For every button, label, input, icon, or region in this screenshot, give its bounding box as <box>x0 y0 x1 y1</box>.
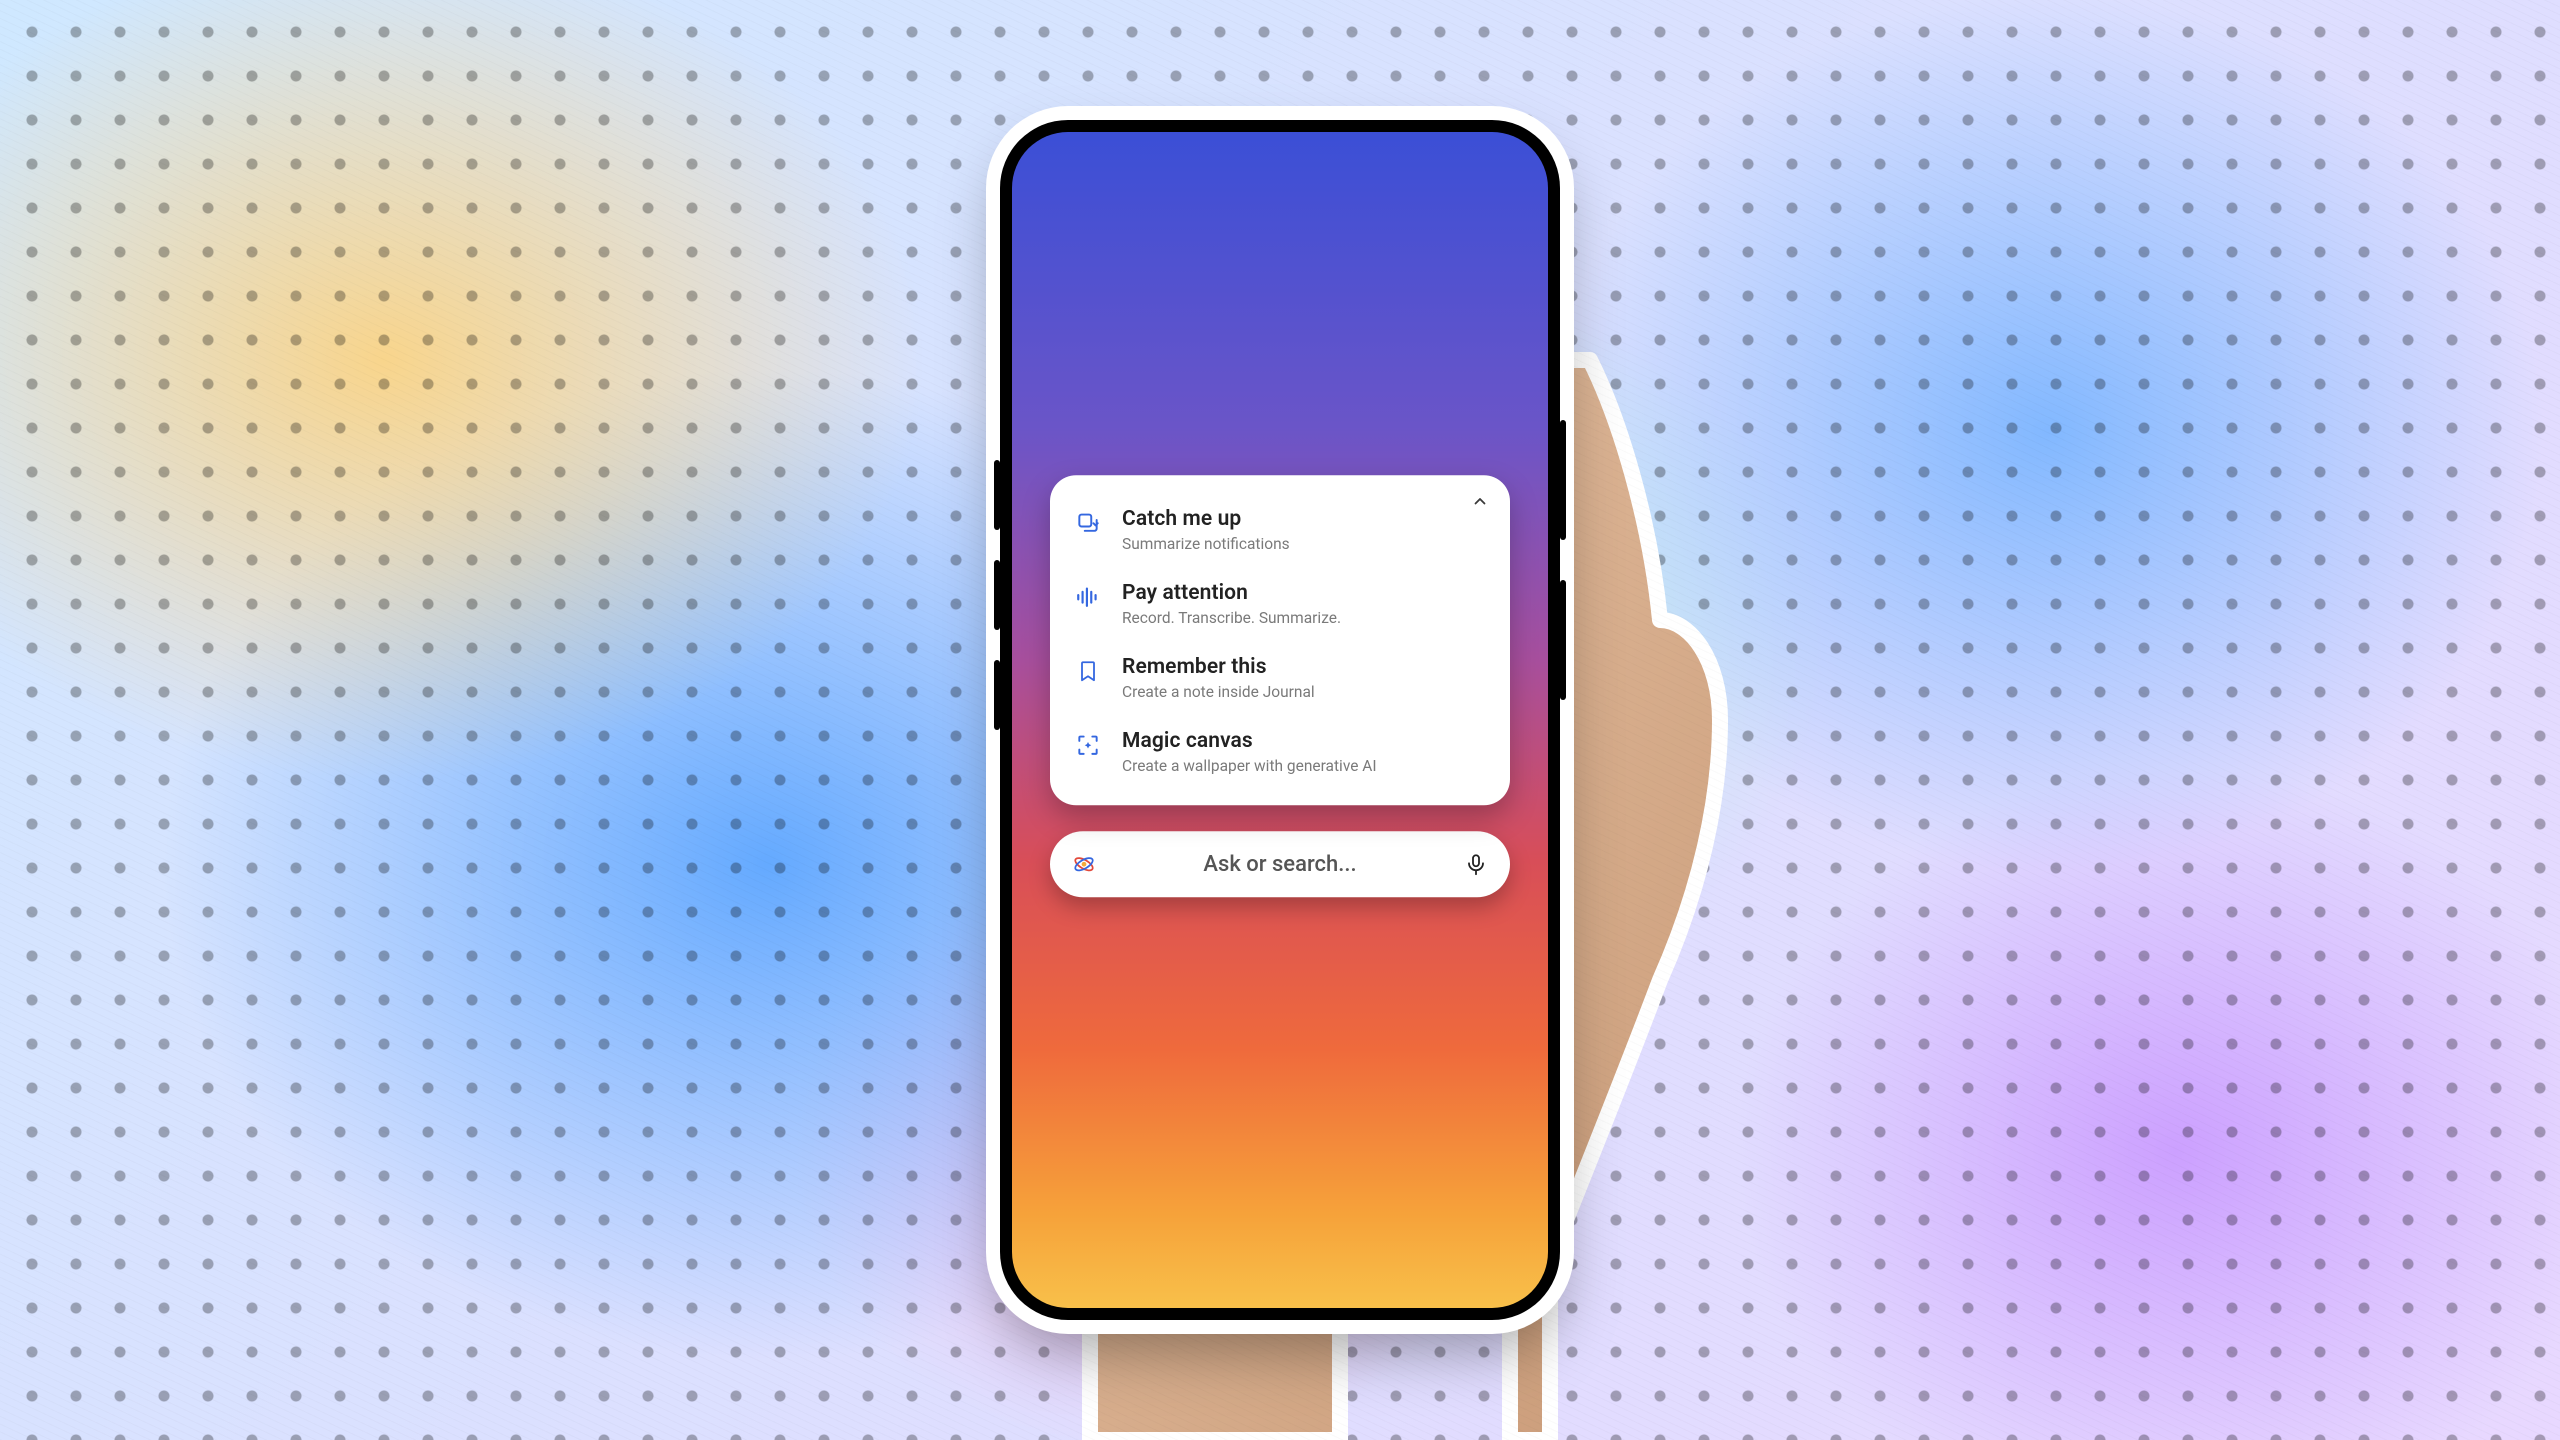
assistant-item-subtitle: Create a note inside Journal <box>1122 683 1486 701</box>
assistant-item-text: Remember this Create a note inside Journ… <box>1122 655 1486 701</box>
assistant-item-subtitle: Create a wallpaper with generative AI <box>1122 757 1486 775</box>
assistant-item-text: Pay attention Record. Transcribe. Summar… <box>1122 581 1486 627</box>
assistant-item-title: Magic canvas <box>1122 729 1486 753</box>
assistant-panel: Catch me up Summarize notifications <box>1050 475 1510 897</box>
promo-background: Catch me up Summarize notifications <box>0 0 2560 1440</box>
collapse-button[interactable] <box>1468 489 1492 513</box>
assistant-item-magic-canvas[interactable]: Magic canvas Create a wallpaper with gen… <box>1070 715 1490 789</box>
assistant-item-text: Magic canvas Create a wallpaper with gen… <box>1122 729 1486 775</box>
assistant-item-catch-me-up[interactable]: Catch me up Summarize notifications <box>1070 493 1490 567</box>
assistant-item-title: Catch me up <box>1122 507 1486 531</box>
assistant-item-text: Catch me up Summarize notifications <box>1122 507 1486 553</box>
search-placeholder: Ask or search... <box>1112 852 1448 877</box>
waveform-icon <box>1074 583 1102 611</box>
assistant-item-title: Pay attention <box>1122 581 1486 605</box>
assistant-item-subtitle: Record. Transcribe. Summarize. <box>1122 609 1486 627</box>
search-bar[interactable]: Ask or search... <box>1050 831 1510 897</box>
frame-sparkle-icon <box>1074 731 1102 759</box>
assistant-item-subtitle: Summarize notifications <box>1122 535 1486 553</box>
assistant-item-pay-attention[interactable]: Pay attention Record. Transcribe. Summar… <box>1070 567 1490 641</box>
assistant-card: Catch me up Summarize notifications <box>1050 475 1510 805</box>
sparkle-atom-icon <box>1070 850 1098 878</box>
assistant-item-remember-this[interactable]: Remember this Create a note inside Journ… <box>1070 641 1490 715</box>
microphone-icon[interactable] <box>1462 850 1490 878</box>
phone-frame: Catch me up Summarize notifications <box>1000 120 1560 1320</box>
bookmark-icon <box>1074 657 1102 685</box>
assistant-item-title: Remember this <box>1122 655 1486 679</box>
copy-refresh-icon <box>1074 509 1102 537</box>
phone-screen: Catch me up Summarize notifications <box>1012 132 1548 1308</box>
chevron-up-icon <box>1471 492 1489 510</box>
